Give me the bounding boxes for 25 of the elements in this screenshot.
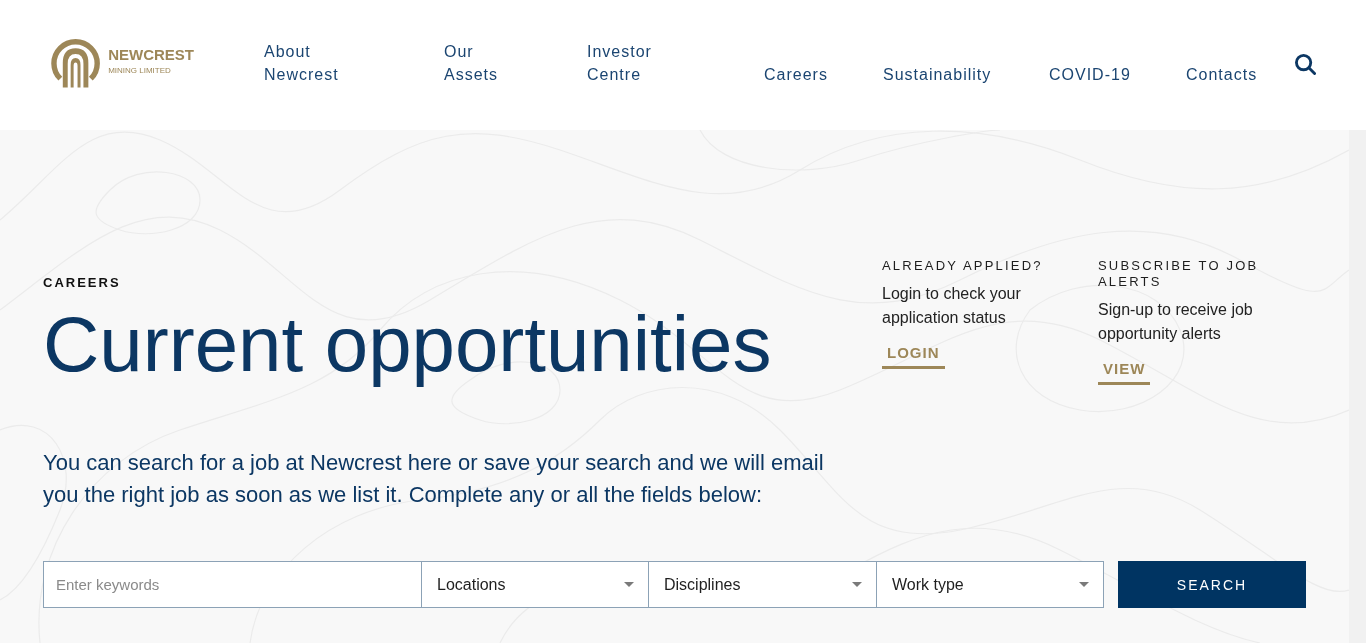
nav-link[interactable]: COVID-19 — [1049, 63, 1131, 86]
nav-link[interactable]: Our Assets — [444, 40, 498, 86]
filter-dropdown[interactable]: Disciplines — [649, 561, 877, 608]
page-title: Current opportunities — [43, 299, 772, 390]
nav-link[interactable]: Contacts — [1186, 63, 1258, 86]
nav-link[interactable]: Sustainability — [883, 63, 992, 86]
nav-link[interactable]: About Newcrest — [264, 40, 339, 86]
nav-link[interactable]: Investor Centre — [587, 40, 652, 86]
nav-link[interactable]: Careers — [764, 63, 828, 86]
logo-tagline: MINING LIMITED — [108, 65, 172, 76]
filter-dropdown[interactable]: Work type — [877, 561, 1104, 608]
search-button[interactable]: SEARCH — [1118, 561, 1306, 608]
caret-icon — [852, 582, 862, 587]
logo-wordmark: NEWCREST — [108, 45, 194, 63]
keyword-input[interactable]: Enter keywords — [43, 561, 422, 608]
panel-text: Sign-up to receive job opportunity alerts — [1098, 300, 1254, 344]
section-label: CAREERS — [43, 275, 121, 291]
intro-text: You can search for a job at Newcrest here or save your search and we will email you the right job as soon as we list it. Complete any or all the fields below: — [43, 449, 825, 509]
panel-text: Login to check your application status — [882, 284, 1022, 328]
search-icon[interactable] — [1295, 54, 1316, 75]
filter-dropdown[interactable]: Locations — [422, 561, 649, 608]
panel-heading: ALREADY APPLIED? — [882, 258, 1044, 274]
panel-heading: SUBSCRIBE TO JOB ALERTS — [1098, 258, 1260, 290]
caret-icon — [1079, 582, 1089, 587]
caret-icon — [624, 582, 634, 587]
